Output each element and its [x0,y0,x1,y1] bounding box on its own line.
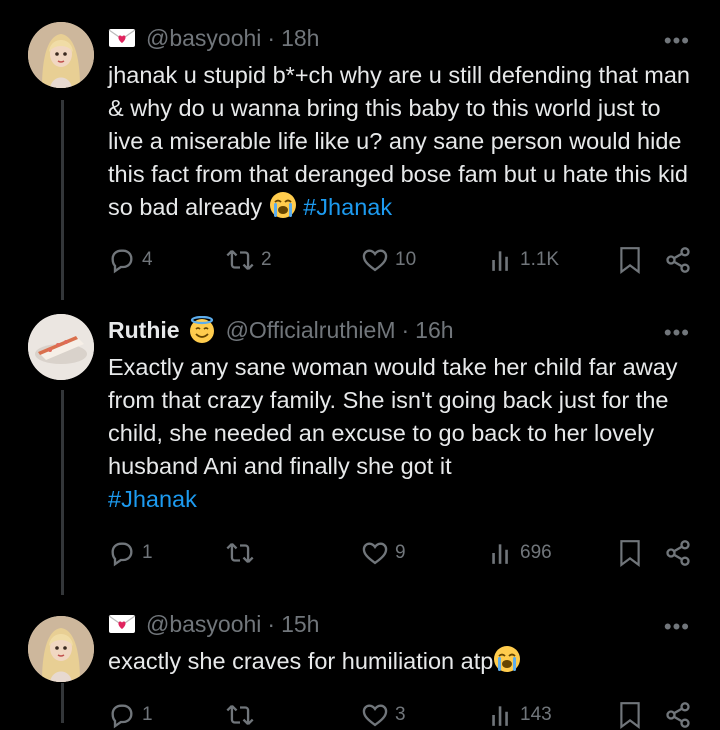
reply-icon [111,249,133,274]
bookmark-icon [620,247,640,274]
tweet[interactable]: Ruthie @OfficialruthieM · 16h ••• Exactl… [0,300,720,600]
action-bar: 4 2 10 1.1K [108,245,693,275]
views-icon [492,544,508,564]
tweet-header: Ruthie @OfficialruthieM · 16h [108,316,454,344]
timestamp[interactable]: 15h [281,611,319,638]
views-count: 1.1K [520,249,560,270]
tweet-text: jhanak u stupid b*+ch why are u still de… [108,59,698,228]
like-button[interactable]: 10 [361,245,416,275]
tweet-body: Exactly any sane woman would take her ch… [108,354,678,479]
timestamp[interactable]: 18h [281,25,319,52]
bookmark-icon [620,702,640,729]
like-icon [362,249,388,272]
share-button[interactable] [664,245,692,275]
views-button[interactable]: 143 [490,700,552,730]
envelope-heart-icon [108,28,136,48]
more-icon[interactable]: ••• [664,614,690,640]
views-count: 696 [520,542,552,563]
separator-dot: · [267,24,276,51]
user-handle[interactable]: @OfficialruthieM [226,317,396,344]
avatar[interactable] [28,22,94,88]
share-icon [666,702,690,728]
action-bar: 1 3 143 [108,700,693,730]
like-button[interactable]: 9 [361,538,406,568]
reply-count: 1 [142,542,153,563]
views-button[interactable]: 1.1K [490,245,559,275]
repost-icon [226,704,254,726]
tweet-body: exactly she craves for humiliation atp [108,648,494,674]
bookmark-button[interactable] [618,538,642,568]
separator-dot: · [401,316,410,343]
like-icon [362,704,388,727]
repost-button[interactable]: 2 [225,245,272,275]
repost-icon [226,249,254,271]
action-bar: 1 9 696 [108,538,693,568]
repost-button[interactable] [225,538,261,568]
tweet-text: Exactly any sane woman would take her ch… [108,351,698,516]
views-button[interactable]: 696 [490,538,552,568]
bookmark-icon [620,540,640,567]
timestamp[interactable]: 16h [415,317,453,344]
reply-button[interactable]: 1 [108,700,153,730]
hashtag-link[interactable]: #Jhanak [108,486,197,512]
tweet-header: @basyoohi · 15h [108,610,319,638]
reply-button[interactable]: 1 [108,538,153,568]
reply-icon [111,704,133,729]
tweet-header: @basyoohi · 18h [108,24,319,52]
avatar[interactable] [28,616,94,682]
more-icon[interactable]: ••• [664,320,690,346]
tweet-text: exactly she craves for humiliation atp [108,645,698,682]
reply-icon [111,542,133,567]
smiling-halo-emoji [188,316,216,344]
share-button[interactable] [664,538,692,568]
repost-button[interactable] [225,700,261,730]
hashtag-link[interactable]: #Jhanak [303,194,392,220]
like-count: 9 [395,542,406,563]
repost-count: 2 [261,249,272,270]
separator-dot: · [267,610,276,637]
views-icon [492,706,508,726]
repost-icon [226,542,254,564]
like-count: 10 [395,249,417,270]
share-button[interactable] [664,700,692,730]
reply-count: 4 [142,249,153,270]
share-icon [666,247,690,273]
user-handle[interactable]: @basyoohi [146,25,261,52]
user-handle[interactable]: @basyoohi [146,611,261,638]
more-icon[interactable]: ••• [664,28,690,54]
tweet[interactable]: @basyoohi · 18h ••• jhanak u stupid b*+c… [0,0,720,300]
views-icon [492,251,508,271]
reply-button[interactable]: 4 [108,245,153,275]
tweet[interactable]: @basyoohi · 15h ••• exactly she craves f… [0,600,720,729]
display-name[interactable]: Ruthie [108,317,180,344]
avatar[interactable] [28,314,94,380]
like-icon [362,542,388,565]
share-icon [666,540,690,566]
bookmark-button[interactable] [618,700,642,730]
bookmark-button[interactable] [618,245,642,275]
loudly-crying-emoji [269,191,297,228]
like-button[interactable]: 3 [361,700,406,730]
loudly-crying-emoji [493,645,521,682]
tweet-body: jhanak u stupid b*+ch why are u still de… [108,62,690,220]
envelope-heart-icon [108,614,136,634]
